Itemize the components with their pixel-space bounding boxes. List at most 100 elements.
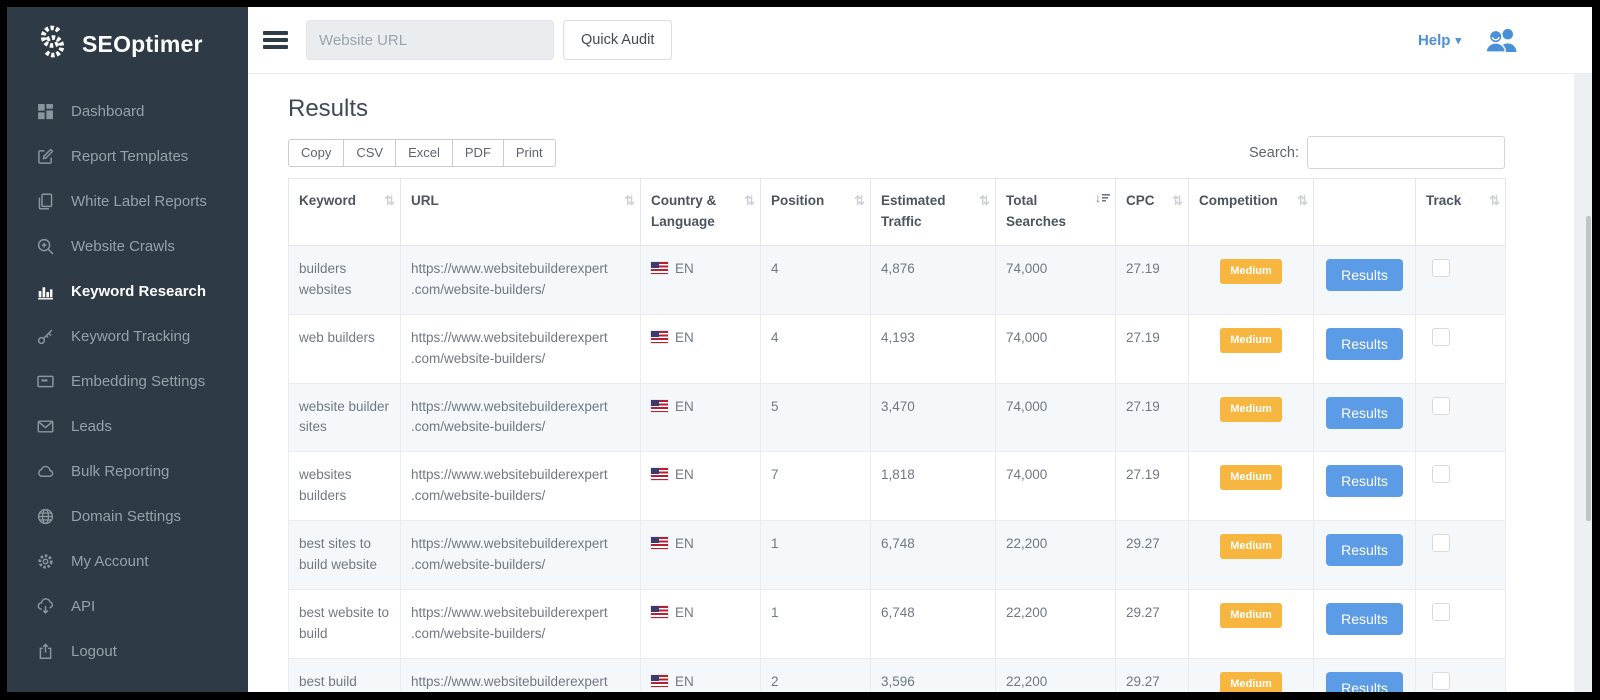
country-language-cell: EN [641,245,761,314]
cpc-cell: 27.19 [1116,245,1189,314]
column-header-total-searches[interactable]: Total Searches↓ [996,179,1116,246]
sidebar-item-keyword-tracking[interactable]: Keyword Tracking [7,314,248,359]
menu-icon[interactable] [263,28,288,53]
position-cell: 1 [761,521,871,590]
page-title: Results [288,95,1592,123]
column-header-keyword[interactable]: Keyword⇅ [289,179,401,246]
sidebar-item-label: Embedding Settings [71,373,205,390]
estimated-traffic-cell: 4,193 [871,314,996,383]
excel-button[interactable]: Excel [395,139,453,167]
total-searches-cell: 22,200 [996,658,1116,692]
results-button[interactable]: Results [1326,259,1403,291]
sort-icon[interactable]: ⇅ [979,191,990,211]
print-button[interactable]: Print [503,139,556,167]
competition-cell: Medium [1189,521,1314,590]
sidebar-item-white-label-reports[interactable]: White Label Reports [7,179,248,224]
track-cell [1416,452,1506,521]
embedding-settings-icon [36,373,54,391]
scrollbar-track[interactable] [1574,74,1592,692]
track-checkbox[interactable] [1432,672,1450,690]
website-url-input[interactable] [306,20,554,60]
column-header-country-language[interactable]: Country & Language⇅ [641,179,761,246]
sidebar-item-label: Website Crawls [71,238,175,255]
url-cell: https://www.websitebuilderexpert.com/web… [401,590,641,659]
sidebar-item-logout[interactable]: Logout [7,629,248,674]
cpc-cell: 29.27 [1116,521,1189,590]
sort-icon[interactable]: ⇅ [624,191,635,211]
column-header-estimated-traffic[interactable]: Estimated Traffic⇅ [871,179,996,246]
cpc-cell: 27.19 [1116,452,1189,521]
column-header-position[interactable]: Position⇅ [761,179,871,246]
sort-icon[interactable]: ⇅ [854,191,865,211]
country-language-cell: EN [641,314,761,383]
copy-button[interactable]: Copy [288,139,344,167]
sort-icon[interactable]: ⇅ [1489,191,1500,211]
scrollbar-thumb[interactable] [1586,216,1591,521]
help-dropdown[interactable]: Help ▾ [1418,32,1461,49]
track-checkbox[interactable] [1432,603,1450,621]
column-header-actions [1314,179,1416,246]
track-checkbox[interactable] [1432,534,1450,552]
leads-icon [36,418,54,436]
user-accounts-icon[interactable] [1485,27,1518,53]
sidebar-item-my-account[interactable]: My Account [7,539,248,584]
csv-button[interactable]: CSV [343,139,396,167]
sort-descending-icon[interactable]: ↓ [1095,192,1110,205]
competition-badge: Medium [1220,465,1282,490]
keyword-cell: website builder sites [289,383,401,452]
us-flag-icon [651,537,668,549]
sort-icon[interactable]: ⇅ [744,191,755,211]
competition-cell: Medium [1189,383,1314,452]
track-checkbox[interactable] [1432,328,1450,346]
sort-icon[interactable]: ⇅ [1172,191,1183,211]
total-searches-cell: 22,200 [996,521,1116,590]
column-header-track[interactable]: Track⇅ [1416,179,1506,246]
quick-audit-button[interactable]: Quick Audit [563,20,672,60]
url-cell: https://www.websitebuilderexpert.com/web… [401,521,641,590]
sidebar-item-leads[interactable]: Leads [7,404,248,449]
column-header-cpc[interactable]: CPC⇅ [1116,179,1189,246]
results-button[interactable]: Results [1326,603,1403,635]
table-row: websites builders https://www.websitebui… [289,452,1506,521]
sidebar-item-label: Dashboard [71,103,144,120]
competition-badge: Medium [1220,328,1282,353]
sidebar-item-keyword-research[interactable]: Keyword Research [7,269,248,314]
sidebar-item-dashboard[interactable]: Dashboard [7,89,248,134]
column-header-url[interactable]: URL⇅ [401,179,641,246]
sidebar-item-api[interactable]: API [7,584,248,629]
sidebar-item-embedding-settings[interactable]: Embedding Settings [7,359,248,404]
sidebar-item-report-templates[interactable]: Report Templates [7,134,248,179]
actions-cell: Results [1314,521,1416,590]
seoptimer-gear-logo-icon [34,23,71,65]
keyword-cell: builders websites [289,245,401,314]
results-button[interactable]: Results [1326,534,1403,566]
sort-icon[interactable]: ⇅ [384,191,395,211]
track-cell [1416,658,1506,692]
column-header-competition[interactable]: Competition⇅ [1189,179,1314,246]
results-button[interactable]: Results [1326,672,1403,692]
results-button[interactable]: Results [1326,465,1403,497]
results-button[interactable]: Results [1326,328,1403,360]
results-table: Keyword⇅ URL⇅ Country & Language⇅ Positi… [288,178,1506,692]
country-language-cell: EN [641,452,761,521]
us-flag-icon [651,331,668,343]
pdf-button[interactable]: PDF [452,139,504,167]
actions-cell: Results [1314,314,1416,383]
country-language-cell: EN [641,658,761,692]
us-flag-icon [651,400,668,412]
track-checkbox[interactable] [1432,397,1450,415]
brand-logo[interactable]: SEOptimer [7,7,248,75]
sidebar-item-domain-settings[interactable]: Domain Settings [7,494,248,539]
sidebar-item-bulk-reporting[interactable]: Bulk Reporting [7,449,248,494]
competition-badge: Medium [1220,603,1282,628]
table-body: builders websites https://www.websitebui… [289,245,1506,692]
track-checkbox[interactable] [1432,465,1450,483]
results-button[interactable]: Results [1326,397,1403,429]
track-checkbox[interactable] [1432,259,1450,277]
sort-icon[interactable]: ⇅ [1297,191,1308,211]
keyword-research-icon [36,283,54,301]
sidebar-item-label: White Label Reports [71,193,207,210]
keyword-cell: websites builders [289,452,401,521]
search-input[interactable] [1307,136,1505,169]
sidebar-item-website-crawls[interactable]: Website Crawls [7,224,248,269]
